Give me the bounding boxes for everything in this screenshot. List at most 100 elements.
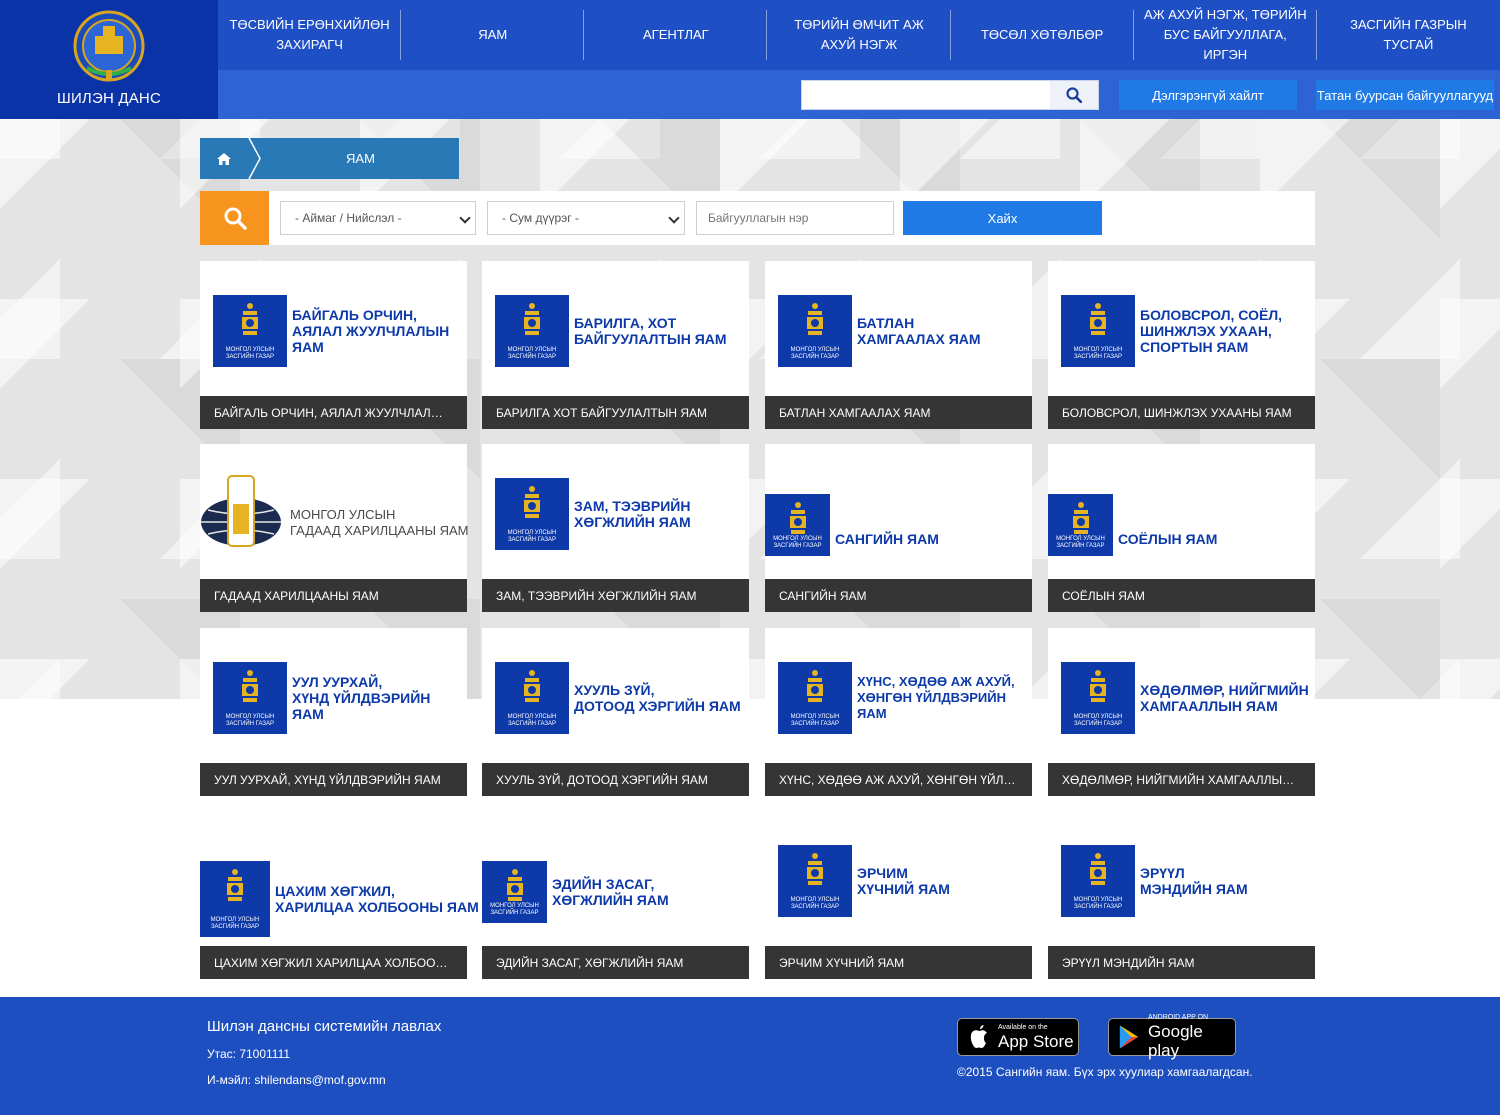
emblem-caption: МОНГОЛ УЛСЫН ЗАСГИЙН ГАЗАР [790, 897, 840, 910]
nav-government-special[interactable]: ЗАСГИЙН ГАЗРЫН ТУСГАЙ [1317, 0, 1500, 70]
emblem-caption: МОНГОЛ УЛСЫН ЗАСГИЙН ГАЗАР [210, 917, 260, 930]
soyombo-icon [227, 869, 243, 901]
ministry-card-mining-industry[interactable]: МОНГОЛ УЛСЫН ЗАСГИЙН ГАЗАР УУЛ УУРХАЙ, ХҮН… [200, 628, 467, 796]
header-subbar: Дэлгэрэнгүй хайлт Татан буурсан байгуулл… [218, 70, 1500, 119]
header-search-button[interactable] [1050, 81, 1098, 109]
ministry-caption[interactable]: ЗАМ, ТЭЭВРИЙН ХӨГЖЛИЙН ЯАМ [482, 579, 749, 612]
ministry-logo-text: ЯАМ [857, 706, 887, 721]
footer-copyright: ©2015 Сангийн яам. Бүх эрх хуулиар хамга… [957, 1065, 1253, 1079]
ministry-logo-text: ХӨНГӨН ҮЙЛДВЭРИЙН [857, 690, 1006, 705]
organization-name-input[interactable] [696, 201, 894, 235]
ministry-logo-text: ЭРЧИМ [857, 865, 908, 881]
filter-search-button[interactable]: Хайх [903, 201, 1102, 235]
ministry-card-food-agriculture[interactable]: МОНГОЛ УЛСЫН ЗАСГИЙН ГАЗАР ХҮНС, ХӨДӨӨ АЖ… [765, 628, 1032, 796]
ministry-card-environment-tourism[interactable]: МОНГОЛ УЛСЫН ЗАСГИЙН ГАЗАР БАЙГАЛЬ ОРЧИН,… [200, 261, 467, 429]
ministry-caption[interactable]: БАРИЛГА ХОТ БАЙГУУЛАЛТЫН ЯАМ [482, 396, 749, 429]
ministry-card-energy[interactable]: МОНГОЛ УЛСЫН ЗАСГИЙН ГАЗАР ЭРЧИМ ХҮЧНИЙ ЯА… [765, 811, 1032, 979]
ministry-caption[interactable]: СОЁЛЫН ЯАМ [1048, 579, 1315, 612]
ministry-caption[interactable]: БОЛОВСРОЛ, ШИНЖЛЭХ УХААНЫ ЯАМ [1048, 396, 1315, 429]
ministry-logo-text: ШИНЖЛЭХ УХААН, [1140, 323, 1272, 339]
ministry-logo-text: ХҮНД ҮЙЛДВЭРИЙН [292, 690, 431, 706]
soyombo-icon [807, 853, 823, 885]
ministry-caption[interactable]: УУЛ УУРХАЙ, ХҮНД ҮЙЛДВЭРИЙН ЯАМ [200, 763, 467, 796]
header-search-input[interactable] [802, 81, 1050, 109]
ministry-card-justice-home-affairs[interactable]: МОНГОЛ УЛСЫН ЗАСГИЙН ГАЗАР ХУУЛЬ ЗҮЙ, ДОТО… [482, 628, 749, 796]
ministry-logo: МОНГОЛ УЛСЫН ЗАСГИЙН ГАЗАР ЭДИЙН ЗАСАГ, ХӨ… [482, 811, 749, 946]
nav-ministries[interactable]: ЯАМ [401, 0, 585, 70]
ministry-logo: МОНГОЛ УЛСЫН ЗАСГИЙН ГАЗАР БАТЛАН ХАМГААЛА… [765, 261, 1032, 396]
ministry-logo-text: САНГИЙН ЯАМ [835, 531, 939, 547]
ministry-card-economy-development[interactable]: МОНГОЛ УЛСЫН ЗАСГИЙН ГАЗАР ЭДИЙН ЗАСАГ, ХӨ… [482, 811, 749, 979]
google-play-badge[interactable]: ANDROID APP ON Google play [1108, 1014, 1236, 1060]
soyombo-icon [807, 670, 823, 702]
ministry-card-culture[interactable]: МОНГОЛ УЛСЫН ЗАСГИЙН ГАЗАР СОЁЛЫН ЯАМ СОЁЛ… [1048, 444, 1315, 612]
ministry-logo-text: ХУУЛЬ ЗҮЙ, [574, 682, 655, 698]
ministry-logo-text: СОЁЛЫН ЯАМ [1118, 531, 1218, 547]
government-emblem: МОНГОЛ УЛСЫН ЗАСГИЙН ГАЗАР [1061, 662, 1135, 734]
ministry-logo: МОНГОЛ УЛСЫН ЗАСГИЙН ГАЗАР БОЛОВСРОЛ, СОЁ… [1048, 261, 1315, 396]
ministry-logo: МОНГОЛ УЛСЫН ЗАСГИЙН ГАЗАР ЭРЧИМ ХҮЧНИЙ ЯА… [765, 811, 1032, 946]
ministry-logo-text: БОЛОВСРОЛ, СОЁЛ, [1140, 307, 1283, 323]
province-select[interactable]: - Аймаг / Нийслэл - [280, 201, 476, 235]
breadcrumb-home[interactable] [200, 138, 248, 179]
ministry-caption[interactable]: ХӨДӨЛМӨР, НИЙГМИЙН ХАМГААЛЛЫН ЯАМ [1048, 763, 1315, 796]
site-logo[interactable]: ШИЛЭН ДАНС [0, 0, 218, 119]
ministry-caption[interactable]: ХҮНС, ХӨДӨӨ АЖ АХУЙ, ХӨНГӨН ҮЙЛДВЭРИЙН .… [765, 763, 1032, 796]
ministry-logo-text: ХАРИЛЦАА ХОЛБООНЫ ЯАМ [275, 899, 479, 915]
nav-businesses-ngos[interactable]: АЖ АХУЙ НЭГЖ, ТӨРИЙН БУС БАЙГУУЛЛАГА, ИР… [1134, 0, 1317, 70]
ministry-card-health[interactable]: МОНГОЛ УЛСЫН ЗАСГИЙН ГАЗАР ЭРҮҮЛ МЭНДИЙН Я… [1048, 811, 1315, 979]
soyombo-icon [807, 303, 823, 335]
footer-email[interactable]: И-мэйл: shilendans@mof.gov.mn [207, 1073, 386, 1087]
ministry-caption[interactable]: ХУУЛЬ ЗҮЙ, ДОТООД ХЭРГИЙН ЯАМ [482, 763, 749, 796]
search-icon [224, 207, 247, 230]
ministry-caption[interactable]: ЭРЧИМ ХҮЧНИЙ ЯАМ [765, 946, 1032, 979]
app-store-badge[interactable]: Available on the App Store [957, 1018, 1079, 1056]
nav-agencies[interactable]: АГЕНТЛАГ [584, 0, 768, 70]
nav-budget-governors[interactable]: ТӨСВИЙН ЕРӨНХИЙЛӨН ЗАХИРАГЧ [218, 0, 402, 70]
ministry-logo-text: СПОРТЫН ЯАМ [1140, 339, 1249, 355]
ministry-caption[interactable]: ЦАХИМ ХӨГЖИЛ ХАРИЛЦАА ХОЛБООНЫ ЯАМ [200, 946, 467, 979]
ministry-card-education-culture-science[interactable]: МОНГОЛ УЛСЫН ЗАСГИЙН ГАЗАР БОЛОВСРОЛ, СОЁ… [1048, 261, 1315, 429]
nav-state-owned-enterprises[interactable]: ТӨРИЙН ӨМЧИТ АЖ АХУЙ НЭГЖ [767, 0, 951, 70]
ministry-logo-text: ДОТООД ХЭРГИЙН ЯАМ [574, 698, 741, 714]
district-select-value: - Сум дүүрэг - [502, 211, 579, 225]
emblem-caption: МОНГОЛ УЛСЫН ЗАСГИЙН ГАЗАР [490, 903, 539, 916]
ministry-logo-text: ЯАМ [292, 339, 324, 355]
ministry-card-road-transport[interactable]: МОНГОЛ УЛСЫН ЗАСГИЙН ГАЗАР ЗАМ, ТЭЭВРИЙН Х… [482, 444, 749, 612]
ministry-logo-text: ХАМГААЛАХ ЯАМ [857, 331, 981, 347]
ministry-logo: МОНГОЛ УЛСЫН ЗАСГИЙН ГАЗАР УУЛ УУРХАЙ, ХҮН… [200, 628, 467, 763]
ministry-caption[interactable]: ЭРҮҮЛ МЭНДИЙН ЯАМ [1048, 946, 1315, 979]
ministry-logo: МОНГОЛ УЛСЫН ЗАСГИЙН ГАЗАР ЗАМ, ТЭЭВРИЙН Х… [482, 444, 749, 579]
emblem-caption: МОНГОЛ УЛСЫН ЗАСГИЙН ГАЗАР [507, 714, 557, 727]
dissolved-orgs-button[interactable]: Татан буурсан байгууллагууд [1316, 80, 1494, 110]
google-play-big-text: Google play [1147, 1022, 1203, 1060]
ministry-caption[interactable]: БАЙГАЛЬ ОРЧИН, АЯЛАЛ ЖУУЛЧЛАЛЫН ЯАМ [200, 396, 467, 429]
ministry-caption[interactable]: ЭДИЙН ЗАСАГ, ХӨГЖЛИЙН ЯАМ [482, 946, 749, 979]
soyombo-icon [524, 303, 540, 335]
soyombo-icon [1072, 502, 1089, 534]
ministry-card-labor-social-protection[interactable]: МОНГОЛ УЛСЫН ЗАСГИЙН ГАЗАР ХӨДӨЛМӨР, НИЙГ… [1048, 628, 1315, 796]
ministry-caption[interactable]: БАТЛАН ХАМГААЛАХ ЯАМ [765, 396, 1032, 429]
district-select[interactable]: - Сум дүүрэг - [487, 201, 685, 235]
footer-phone: Утас: 71001111 [207, 1047, 291, 1061]
soyombo-icon [524, 486, 540, 518]
ministry-caption-text: ХУУЛЬ ЗҮЙ, ДОТООД ХЭРГИЙН ЯАМ [496, 772, 708, 787]
soyombo-icon [524, 670, 540, 702]
ministry-card-digital-communications[interactable]: МОНГОЛ УЛСЫН ЗАСГИЙН ГАЗАР ЦАХИМ ХӨГЖИЛ, Х… [200, 811, 479, 979]
nav-projects[interactable]: ТӨСӨЛ ХӨТӨЛБӨР [951, 0, 1134, 70]
ministry-logo: МОНГОЛ УЛСЫН ЗАСГИЙН ГАЗАР ХӨДӨЛМӨР, НИЙГ… [1048, 628, 1315, 763]
ministry-card-foreign-affairs[interactable]: МОНГОЛ УЛСЫН ГАДААД ХАРИЛЦААНЫ ЯАМ ГАДААД … [200, 444, 469, 612]
ministry-card-defense[interactable]: МОНГОЛ УЛСЫН ЗАСГИЙН ГАЗАР БАТЛАН ХАМГААЛА… [765, 261, 1032, 429]
ministry-caption-text: ХҮНС, ХӨДӨӨ АЖ АХУЙ, ХӨНГӨН ҮЙЛДВЭРИЙН .… [779, 772, 1018, 787]
ministry-caption[interactable]: САНГИЙН ЯАМ [765, 579, 1032, 612]
emblem-caption: МОНГОЛ УЛСЫН ЗАСГИЙН ГАЗАР [773, 536, 822, 549]
site-footer: Шилэн дансны системийн лавлах Утас: 7100… [0, 997, 1500, 1115]
ministry-card-finance[interactable]: МОНГОЛ УЛСЫН ЗАСГИЙН ГАЗАР САНГИЙН ЯАМ САН… [765, 444, 1032, 612]
ministry-caption[interactable]: ГАДААД ХАРИЛЦААНЫ ЯАМ [200, 579, 467, 612]
ministry-caption-text: ЦАХИМ ХӨГЖИЛ ХАРИЛЦАА ХОЛБООНЫ ЯАМ [214, 955, 453, 970]
advanced-search-button[interactable]: Дэлгэрэнгүй хайлт [1119, 80, 1297, 110]
soyombo-icon [789, 502, 806, 534]
emblem-caption: МОНГОЛ УЛСЫН ЗАСГИЙН ГАЗАР [790, 714, 840, 727]
ministry-card-construction-urban[interactable]: МОНГОЛ УЛСЫН ЗАСГИЙН ГАЗАР БАРИЛГА, ХОТ БА… [482, 261, 749, 429]
emblem-caption: МОНГОЛ УЛСЫН ЗАСГИЙН ГАЗАР [1073, 714, 1123, 727]
